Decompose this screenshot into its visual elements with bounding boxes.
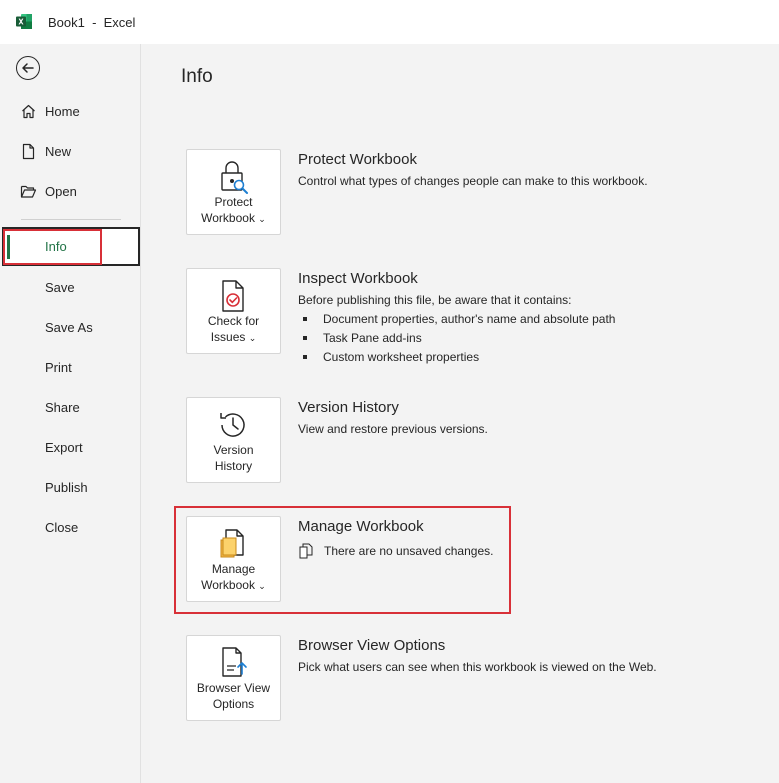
sidebar-item-export[interactable]: Export [0,429,141,465]
browser-view-icon [222,647,247,677]
sidebar-item-new[interactable]: New [0,133,141,169]
back-button[interactable] [16,56,40,80]
section-description: Control what types of changes people can… [298,174,648,188]
button-label-line1: Browser View [196,681,271,695]
sidebar-item-label: Open [45,184,77,199]
chevron-down-icon: ⌄ [258,214,266,224]
sidebar-item-home[interactable]: Home [0,93,141,129]
button-label-line2: History [214,459,253,473]
browser-view-options-button[interactable]: Browser View Options [186,635,281,721]
section-description: View and restore previous versions. [298,422,488,436]
sidebar-item-label: Close [45,520,79,535]
sidebar-item-label: Export [45,440,83,455]
highlight-box-manage-workbook [174,506,511,614]
chevron-down-icon: ⌄ [248,333,257,343]
highlight-box-info [3,229,102,265]
sidebar-item-print[interactable]: Print [0,349,141,385]
window-title: Book1 - Excel [48,15,136,30]
sidebar-item-open[interactable]: Open [0,173,141,209]
lock-icon [221,161,248,194]
button-label-line2: Workbook ⌄ [201,211,266,225]
excel-logo-icon [16,14,32,29]
button-label-line1: Version [213,443,254,457]
info-panel: Info Protect Workbook ⌄ Protect Workbook… [142,44,779,783]
sidebar-item-label: Save [45,280,75,295]
home-icon [22,104,35,119]
sidebar-item-save-as[interactable]: Save As [0,309,141,345]
section-description: Before publishing this file, be aware th… [298,293,572,307]
button-label-line1: Check for [207,314,260,328]
version-history-button[interactable]: Version History [186,397,281,483]
button-label-line1: Protect [214,195,253,209]
section-description: Pick what users can see when this workbo… [298,660,657,674]
sidebar-item-label: Save As [45,320,93,335]
sidebar-item-label: Publish [45,480,88,495]
section-title: Inspect Workbook [298,270,418,287]
check-for-issues-button[interactable]: Check for Issues ⌄ [186,268,281,354]
sidebar-item-close[interactable]: Close [0,509,141,545]
inspect-icon [222,280,244,312]
open-folder-icon [20,185,37,198]
page-title: Info [181,66,213,87]
title-bar: Book1 - Excel [0,0,779,44]
sidebar-item-label: Print [45,360,72,375]
section-title: Version History [298,399,399,416]
sidebar-item-label: Home [45,104,80,119]
sidebar-item-publish[interactable]: Publish [0,469,141,505]
sidebar-item-label: New [45,144,72,159]
backstage-sidebar: Home New Open Info Save Save As Print Sh… [0,44,141,783]
sidebar-item-share[interactable]: Share [0,389,141,425]
sidebar-item-save[interactable]: Save [0,269,141,305]
button-label-line2: Options [212,697,255,711]
button-label-line2: Issues ⌄ [210,330,257,344]
new-document-icon [22,143,35,160]
sidebar-divider [21,219,121,220]
section-title: Protect Workbook [298,151,417,168]
section-title: Browser View Options [298,637,446,654]
history-icon [220,413,245,437]
sidebar-item-label: Share [45,400,80,415]
protect-workbook-button[interactable]: Protect Workbook ⌄ [186,149,281,235]
back-arrow-icon [22,63,34,73]
